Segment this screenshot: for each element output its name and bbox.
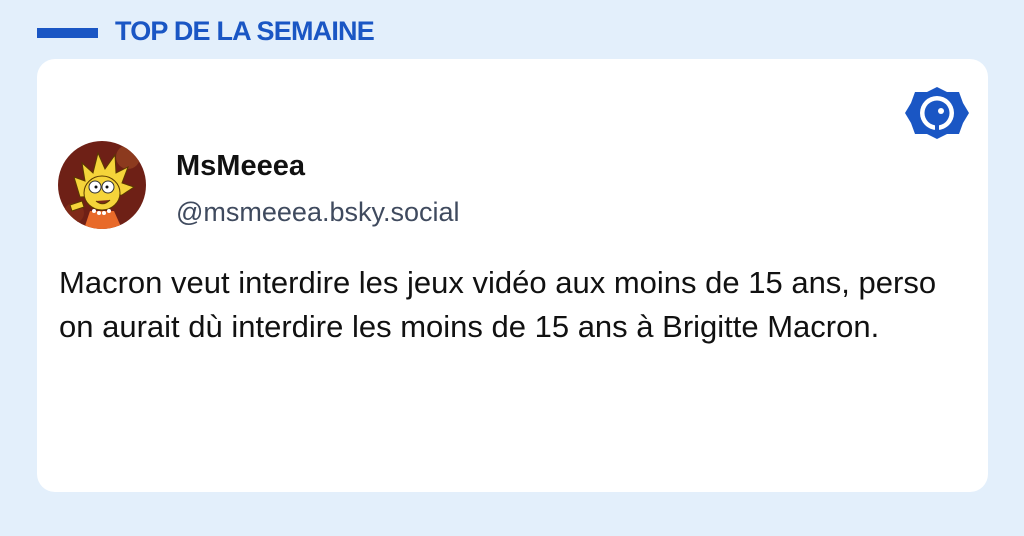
author-name[interactable]: MsMeeea <box>176 149 305 183</box>
avatar[interactable] <box>58 141 146 229</box>
post-text: Macron veut interdire les jeux vidéo aux… <box>59 265 937 344</box>
brand-logo-icon <box>905 87 969 139</box>
post-card: MsMeeea @msmeeea.bsky.social Macron veut… <box>37 59 988 492</box>
section-title: TOP DE LA SEMAINE <box>115 16 375 46</box>
header-accent-bar <box>37 28 98 38</box>
cartoon-character-avatar-icon <box>58 141 146 229</box>
author-handle[interactable]: @msmeeea.bsky.social <box>176 195 460 229</box>
